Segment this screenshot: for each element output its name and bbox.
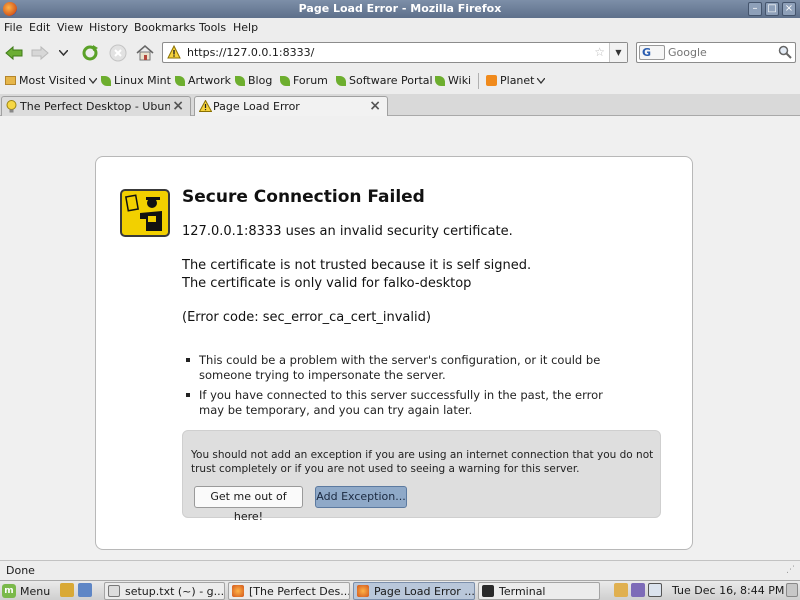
menu-bookmarks[interactable]: Bookmarks (134, 21, 195, 34)
tab-page-load-error[interactable]: Page Load Error × (194, 96, 388, 117)
taskbar-window-terminal[interactable]: Terminal (478, 582, 600, 600)
volume-icon[interactable] (786, 583, 798, 597)
forward-button[interactable] (30, 43, 50, 63)
minimize-button[interactable]: – (748, 2, 762, 16)
home-icon (136, 45, 154, 61)
close-window-button[interactable]: × (782, 2, 796, 16)
status-bar: Done ⋰ (0, 560, 800, 579)
exception-warning-text: You should not add an exception if you a… (191, 449, 654, 475)
stop-button[interactable] (108, 43, 128, 63)
error-description: 127.0.0.1:8333 uses an invalid security … (182, 224, 513, 239)
lock-icon[interactable] (614, 583, 628, 597)
maximize-button[interactable]: □ (765, 2, 779, 16)
terminal-icon (482, 585, 494, 597)
menu-edit[interactable]: Edit (29, 21, 50, 34)
window-titlebar: Page Load Error - Mozilla Firefox – □ × (0, 0, 800, 18)
bullet-marker (186, 393, 190, 397)
menu-bar: File Edit View History Bookmarks Tools H… (0, 18, 800, 37)
mint-leaf-icon (280, 75, 290, 86)
close-tab-icon[interactable]: × (172, 98, 184, 114)
bookmark-wiki[interactable]: Wiki (435, 74, 471, 87)
window-title: Page Load Error - Mozilla Firefox (298, 2, 502, 15)
tab-label: Page Load Error (213, 100, 300, 113)
stop-icon (109, 44, 127, 62)
linux-mint-logo-icon: m (2, 584, 16, 598)
add-exception-button[interactable]: Add Exception... (315, 486, 407, 508)
error-reason-self-signed: The certificate is not trusted because i… (182, 258, 532, 273)
reload-button[interactable] (80, 43, 100, 63)
workspace-icon[interactable] (78, 583, 92, 597)
tab-perfect-desktop[interactable]: The Perfect Desktop - Ubun... × (1, 96, 191, 117)
bullet-marker (186, 358, 190, 362)
chevron-down-icon (88, 77, 97, 84)
network-monitor-icon[interactable] (648, 583, 662, 597)
error-code: (Error code: sec_error_ca_cert_invalid) (182, 310, 431, 325)
bookmark-star-icon[interactable]: ☆ (594, 45, 605, 59)
taskbar-window-gedit[interactable]: setup.txt (~) - g... (104, 582, 225, 600)
firefox-icon (357, 585, 369, 597)
start-menu-button[interactable]: m Menu (2, 582, 50, 600)
url-text[interactable]: https://127.0.0.1:8333/ (187, 46, 314, 59)
menu-view[interactable]: View (57, 21, 83, 34)
history-dropdown-button[interactable] (56, 43, 70, 63)
error-reason-hostname: The certificate is only valid for falko-… (182, 276, 472, 291)
bookmarks-toolbar: Most Visited Linux Mint Artwork Blog For… (0, 70, 800, 92)
mint-leaf-icon (435, 75, 445, 86)
back-arrow-icon (5, 45, 23, 61)
text-editor-icon (108, 585, 120, 597)
mint-leaf-icon (336, 75, 346, 86)
menu-tools[interactable]: Tools (199, 21, 226, 34)
close-tab-icon[interactable]: × (369, 98, 381, 114)
menu-help[interactable]: Help (233, 21, 258, 34)
bookmark-most-visited[interactable]: Most Visited (5, 74, 97, 87)
tab-label: The Perfect Desktop - Ubun... (20, 100, 170, 113)
warning-icon (198, 99, 213, 115)
clock[interactable]: Tue Dec 16, 8:44 PM (672, 584, 784, 597)
firefox-icon (232, 585, 244, 597)
taskbar-window-perfect-desktop[interactable]: [The Perfect Des... (228, 582, 350, 600)
menu-file[interactable]: File (4, 21, 22, 34)
bookmark-linux-mint[interactable]: Linux Mint (101, 74, 171, 87)
bullet-item: If you have connected to this server suc… (186, 388, 603, 418)
get-me-out-button[interactable]: Get me out of here! (194, 486, 303, 523)
warning-icon (167, 44, 181, 62)
bookmark-software-portal[interactable]: Software Portal (336, 74, 433, 87)
search-icon[interactable] (778, 45, 792, 62)
status-text: Done (6, 564, 35, 577)
security-officer-icon (120, 189, 170, 237)
search-input[interactable] (668, 45, 776, 60)
folder-icon (5, 76, 16, 85)
bookmarks-separator (478, 73, 479, 89)
chevron-down-icon (537, 77, 546, 84)
chevron-down-icon (58, 50, 68, 56)
error-title: Secure Connection Failed (182, 187, 425, 207)
menu-history[interactable]: History (89, 21, 128, 34)
url-bar[interactable]: https://127.0.0.1:8333/ ☆ ▼ (162, 42, 628, 63)
mint-leaf-icon (175, 75, 185, 86)
reload-icon (82, 45, 98, 61)
back-button[interactable] (4, 43, 24, 63)
bullet-item: This could be a problem with the server'… (186, 353, 600, 383)
taskbar-window-page-load-error[interactable]: Page Load Error ... (353, 582, 475, 600)
bookmark-forum[interactable]: Forum (280, 74, 328, 87)
rss-feed-icon (486, 75, 497, 86)
bookmark-artwork[interactable]: Artwork (175, 74, 231, 87)
show-desktop-icon[interactable] (60, 583, 74, 597)
search-bar[interactable]: G (636, 42, 796, 63)
tab-bar: The Perfect Desktop - Ubun... × Page Loa… (0, 94, 800, 117)
bookmark-planet[interactable]: Planet (486, 74, 546, 87)
system-taskbar: m Menu setup.txt (~) - g... [The Perfect… (0, 580, 800, 600)
search-engine-icon[interactable]: G (639, 45, 665, 60)
settings-tray-icon[interactable] (631, 583, 645, 597)
forward-arrow-icon (31, 45, 49, 61)
bookmark-blog[interactable]: Blog (235, 74, 272, 87)
mint-leaf-icon (101, 75, 111, 86)
url-dropdown-button[interactable]: ▼ (609, 43, 627, 62)
home-button[interactable] (135, 43, 155, 63)
resize-grip-icon[interactable]: ⋰ (786, 565, 795, 575)
lightbulb-icon (6, 100, 17, 116)
mint-leaf-icon (235, 75, 245, 86)
